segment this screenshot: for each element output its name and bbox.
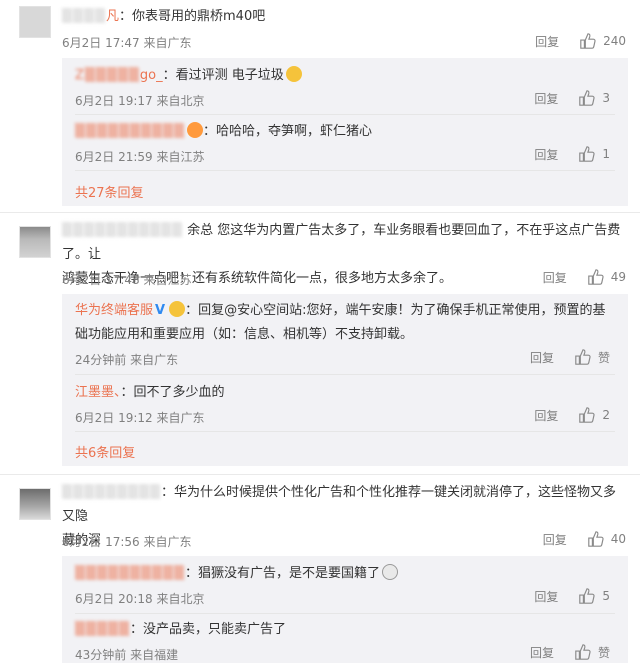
sub-actions: 回复 5 bbox=[534, 587, 610, 605]
sub-meta: 6月2日 21:59 来自江苏 bbox=[75, 150, 205, 164]
like-count: 40 bbox=[610, 532, 626, 546]
username-redacted[interactable]: ▒▒▒▒ bbox=[62, 9, 106, 24]
like-button[interactable]: 3 bbox=[578, 89, 610, 107]
laugh-emoji-icon bbox=[285, 66, 302, 82]
like-count: 2 bbox=[602, 408, 610, 422]
thumbs-up-icon bbox=[579, 90, 595, 106]
sub-meta: 24分钟前 来自广东 bbox=[75, 353, 179, 367]
like-count: 5 bbox=[602, 589, 610, 603]
username-redacted[interactable]: ▒▒▒▒▒▒▒▒▒ bbox=[62, 485, 161, 500]
divider bbox=[75, 431, 615, 432]
like-button[interactable]: 5 bbox=[578, 587, 610, 605]
like-button[interactable]: 赞 bbox=[574, 643, 610, 661]
divider bbox=[75, 114, 615, 115]
thumbs-up-icon bbox=[587, 531, 604, 547]
emoji-badge-icon bbox=[186, 122, 203, 138]
comment-text: ▒▒▒▒凡：你表哥用的鼎桥m40吧 bbox=[62, 9, 266, 24]
reply-button[interactable]: 回复 bbox=[543, 269, 567, 286]
face-emoji-icon bbox=[382, 564, 398, 580]
reply-button[interactable]: 回复 bbox=[534, 588, 558, 605]
sub-actions: 回复 2 bbox=[534, 406, 610, 424]
more-replies-link[interactable]: 共6条回复 bbox=[75, 442, 135, 461]
like-count: 49 bbox=[610, 270, 626, 284]
thumbs-up-icon bbox=[575, 644, 591, 660]
username-redacted[interactable]: ▒▒▒▒▒▒▒▒▒▒▒ bbox=[62, 223, 183, 238]
verified-badge-icon: V bbox=[155, 303, 166, 318]
comment-1: ▒▒▒▒凡：你表哥用的鼎桥m40吧 6月2日 17:47 来自广东 回复 240… bbox=[0, 0, 640, 210]
username[interactable]: 华为终端客服 bbox=[75, 303, 153, 318]
sub-reply: ▒▒▒▒▒▒▒▒▒▒ ：哈哈哈，夺笋啊，虾仁猪心 bbox=[75, 122, 372, 139]
comment-meta: 6月2日 17:47 来自广东 bbox=[62, 36, 192, 50]
like-count: 1 bbox=[602, 147, 610, 161]
like-count: 240 bbox=[603, 34, 626, 48]
comment-actions: 回复 49 bbox=[543, 268, 626, 286]
reply-button[interactable]: 回复 bbox=[534, 407, 558, 424]
like-count: 3 bbox=[602, 91, 610, 105]
username[interactable]: 江墨墨、 bbox=[75, 385, 121, 400]
sub-reply: 华为终端客服 V ：回复@安心空间站:您好，端午安康！为了确保手机正常使用，预置的基… bbox=[75, 299, 615, 347]
sub-meta: 43分钟前 来自福建 bbox=[75, 648, 179, 662]
like-button[interactable]: 40 bbox=[587, 530, 626, 548]
reply-button[interactable]: 回复 bbox=[543, 531, 567, 548]
username-redacted[interactable]: ▒▒▒▒▒▒▒▒▒▒ bbox=[75, 124, 185, 139]
sub-meta: 6月2日 20:18 来自北京 bbox=[75, 592, 205, 606]
avatar[interactable] bbox=[19, 226, 51, 258]
username[interactable]: go_ bbox=[140, 68, 163, 83]
divider bbox=[75, 613, 615, 614]
sub-actions: 回复 1 bbox=[534, 145, 610, 163]
reply-box: 华为终端客服 V ：回复@安心空间站:您好，端午安康！为了确保手机正常使用，预置的基… bbox=[62, 294, 628, 466]
comment-separator bbox=[0, 474, 640, 475]
reply-button[interactable]: 回复 bbox=[535, 33, 559, 50]
sub-reply: 江墨墨、：回不了多少血的 bbox=[75, 385, 225, 400]
sub-actions: 回复 赞 bbox=[530, 643, 610, 661]
username[interactable]: 凡 bbox=[106, 9, 119, 24]
comment-3: ▒▒▒▒▒▒▒▒▒：华为什么时候提供个性化广告和个性化推荐一键关闭就消停了，这些… bbox=[0, 478, 640, 663]
comment-actions: 回复 40 bbox=[543, 530, 626, 548]
like-button[interactable]: 赞 bbox=[574, 348, 610, 366]
more-replies-link[interactable]: 共27条回复 bbox=[75, 182, 144, 201]
reply-button[interactable]: 回复 bbox=[534, 90, 558, 107]
reply-button[interactable]: 回复 bbox=[534, 146, 558, 163]
comment-meta: 6月2日 17:56 来自广东 bbox=[62, 535, 192, 549]
emoji-badge-icon bbox=[169, 301, 186, 317]
sub-reply: Z▒▒▒▒▒go_：看过评测 电子垃圾 bbox=[75, 64, 615, 88]
thumbs-up-icon bbox=[575, 349, 591, 365]
like-button[interactable]: 1 bbox=[578, 145, 610, 163]
reply-box: ▒▒▒▒▒▒▒▒▒▒：猖獗没有广告，是不是要国籍了 6月2日 20:18 来自北… bbox=[62, 556, 628, 663]
sub-actions: 回复 3 bbox=[534, 89, 610, 107]
avatar[interactable] bbox=[19, 488, 51, 520]
avatar[interactable] bbox=[19, 6, 51, 38]
like-button[interactable]: 49 bbox=[587, 268, 626, 286]
divider bbox=[75, 170, 615, 171]
comment-actions: 回复 240 bbox=[535, 32, 626, 50]
reply-button[interactable]: 回复 bbox=[530, 349, 554, 366]
sub-meta: 6月2日 19:12 来自广东 bbox=[75, 411, 205, 425]
sub-reply: ▒▒▒▒▒：没产品卖，只能卖广告了 bbox=[75, 622, 287, 637]
thumbs-up-icon bbox=[580, 33, 596, 49]
sub-reply: ▒▒▒▒▒▒▒▒▒▒：猖獗没有广告，是不是要国籍了 bbox=[75, 562, 615, 586]
sub-actions: 回复 赞 bbox=[530, 348, 610, 366]
like-button[interactable]: 240 bbox=[579, 32, 626, 50]
like-count: 赞 bbox=[597, 350, 610, 365]
reply-button[interactable]: 回复 bbox=[530, 644, 554, 661]
like-button[interactable]: 2 bbox=[578, 406, 610, 424]
username-redacted[interactable]: ▒▒▒▒▒▒▒▒▒▒ bbox=[75, 566, 185, 581]
thumbs-up-icon bbox=[579, 146, 595, 162]
thumbs-up-icon bbox=[587, 269, 604, 285]
sub-meta: 6月2日 19:17 来自北京 bbox=[75, 94, 205, 108]
comment-meta: 6月2日 17:48 来自江苏 bbox=[62, 273, 192, 287]
like-count: 赞 bbox=[597, 645, 610, 660]
username-redacted[interactable]: ▒▒▒▒▒ bbox=[75, 622, 130, 637]
thumbs-up-icon bbox=[579, 588, 595, 604]
username-redacted[interactable]: Z▒▒▒▒▒ bbox=[75, 68, 140, 83]
reply-box: Z▒▒▒▒▒go_：看过评测 电子垃圾 6月2日 19:17 来自北京 回复 3… bbox=[62, 58, 628, 206]
divider bbox=[75, 374, 615, 375]
comment-2: ▒▒▒▒▒▒▒▒▒▒▒ 余总 您这华为内置广告太多了，车业务眼看也要回血了，不在… bbox=[0, 214, 640, 476]
comment-separator bbox=[0, 212, 640, 213]
thumbs-up-icon bbox=[579, 407, 595, 423]
